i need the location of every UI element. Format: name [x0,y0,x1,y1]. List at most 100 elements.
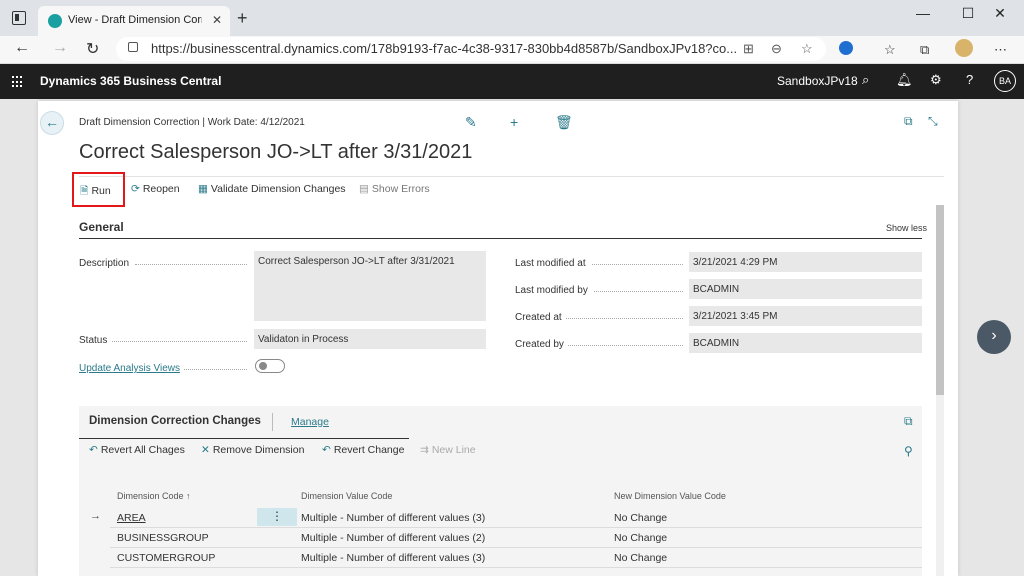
app-launcher-icon[interactable] [12,76,24,88]
revert-all-label: Revert All Chages [100,444,185,456]
status-field: Validaton in Process [254,329,486,349]
show-errors-icon: ▤ [359,183,369,195]
run-highlight-box [72,172,125,207]
new-plus-icon[interactable]: + [510,114,518,130]
page-scrollbar-thumb[interactable] [936,205,944,395]
page-title: Correct Salesperson JO->LT after 3/31/20… [79,141,473,163]
browser-tab[interactable]: View - Draft Dimension Correction ✕ [38,6,230,36]
column-header-dimension-value-code[interactable]: Dimension Value Code [301,491,392,501]
open-in-new-window-icon[interactable]: ⧉ [904,414,913,429]
open-new-window-icon[interactable]: ⧉ [904,114,913,129]
app-available-icon[interactable]: ⊞ [743,41,754,57]
new-tab-icon[interactable]: + [237,8,248,29]
reopen-button[interactable]: ⟳ Reopen [131,183,180,195]
description-field[interactable]: Correct Salesperson JO->LT after 3/31/20… [254,251,486,321]
row-dimension-code[interactable]: CUSTOMERGROUP [117,552,215,564]
refresh-icon[interactable]: ↻ [86,39,99,59]
sort-ascending-icon: ↑ [183,491,191,501]
general-divider [79,238,922,239]
edit-pencil-icon[interactable]: ✎ [465,114,477,131]
new-line-label: New Line [431,444,476,456]
help-icon[interactable]: ? [966,72,973,87]
subpage-actions-divider [79,438,409,439]
row-divider [110,567,922,568]
row-divider [110,527,922,528]
extension-icon[interactable] [839,41,853,55]
minimize-icon[interactable]: — [908,5,938,21]
update-analysis-views-toggle[interactable] [255,359,285,373]
column-header-new-dimension-value-code[interactable]: New Dimension Value Code [614,491,726,501]
subpage-title[interactable]: Dimension Correction Changes [89,415,261,427]
created-by-field: BCADMIN [689,333,922,353]
row-new-value[interactable]: No Change [614,552,667,564]
row-dimension-value: Multiple - Number of different values (3… [301,552,486,564]
show-less-link[interactable]: Show less [886,223,927,233]
status-leader [112,341,247,342]
status-label: Status [79,335,108,346]
validate-label: Validate Dimension Changes [210,183,346,195]
revert-change-button[interactable]: ↶ Revert Change [322,444,404,456]
forward-icon[interactable]: → [52,39,68,57]
description-label: Description [79,258,130,269]
subpage-title-divider [272,413,273,431]
delete-trash-icon[interactable]: 🗑︎ [555,114,573,131]
validate-dimension-changes-button[interactable]: ▦ Validate Dimension Changes [198,183,346,195]
created-by-leader [568,345,683,346]
dimension-correction-changes-part [79,406,922,576]
bc-header: Dynamics 365 Business Central SandboxJPv… [0,64,1024,99]
collapse-icon[interactable]: ⤡ [928,114,938,129]
row-dimension-value: Multiple - Number of different values (3… [301,512,486,524]
manage-tab[interactable]: Manage [291,416,329,428]
selected-row-arrow-icon: → [90,510,101,522]
address-bar: ← → ↻ https://businesscentral.dynamics.c… [0,36,1024,64]
back-icon[interactable]: ← [14,39,30,57]
url-text: https://businesscentral.dynamics.com/178… [151,41,738,56]
company-name[interactable]: SandboxJPv18 [777,74,858,88]
tab-title: View - Draft Dimension Correction [68,14,202,26]
validate-icon: ▦ [198,183,208,195]
next-record-chevron-icon[interactable]: › [977,320,1011,354]
favorite-star-icon[interactable]: ☆ [801,41,813,57]
revert-all-changes-button[interactable]: ↶ Revert All Chages [89,444,185,456]
search-icon[interactable]: ⌕ [862,72,869,88]
settings-gear-icon[interactable]: ⚙ [930,72,942,88]
new-line-button[interactable]: ⇉ New Line [420,444,476,456]
reopen-label: Reopen [142,183,180,195]
zoom-icon[interactable]: ⊖ [771,41,782,57]
column-header-dimension-code[interactable]: Dimension Code ↑ [117,491,191,501]
remove-dimension-button[interactable]: ✕ Remove Dimension [201,444,304,456]
show-errors-button[interactable]: ▤ Show Errors [359,183,430,195]
row-actions-ellipsis-icon[interactable]: ⋮ [257,508,297,526]
app-title: Dynamics 365 Business Central [40,74,222,88]
window-menu-icon[interactable] [12,11,26,25]
reopen-icon: ⟳ [131,183,140,195]
row-dimension-code[interactable]: BUSINESSGROUP [117,532,209,544]
more-icon[interactable]: ⋯ [994,42,1007,58]
back-arrow-icon[interactable]: ← [40,111,64,135]
last-modified-at-label: Last modified at [515,258,586,269]
row-new-value[interactable]: No Change [614,532,667,544]
general-section-title[interactable]: General [79,220,124,234]
row-dimension-code[interactable]: AREA [117,512,146,524]
favorites-icon[interactable]: ☆ [884,42,896,58]
description-leader [135,264,247,265]
created-by-label: Created by [515,339,564,350]
row-new-value[interactable]: No Change [614,512,667,524]
collections-icon[interactable]: ⧉ [920,42,929,58]
user-avatar[interactable]: BA [994,70,1016,92]
new-line-icon: ⇉ [420,444,429,456]
close-window-icon[interactable]: ✕ [985,5,1015,22]
update-analysis-views-label: Update Analysis Views [79,363,180,374]
action-bar-divider [79,176,944,177]
url-field[interactable]: https://businesscentral.dynamics.com/178… [116,37,826,61]
close-tab-icon[interactable]: ✕ [212,13,222,27]
notification-bell-icon[interactable]: 🔔︎ [896,72,913,88]
bc-favicon-icon [48,14,62,28]
lock-icon[interactable] [128,42,138,52]
breadcrumb: Draft Dimension Correction | Work Date: … [79,117,305,128]
profile-avatar[interactable] [955,39,973,57]
pin-icon[interactable]: ⚲ [904,444,913,458]
revert-change-label: Revert Change [333,444,405,456]
maximize-icon[interactable]: ☐ [953,5,983,22]
revert-change-icon: ↶ [322,444,331,456]
